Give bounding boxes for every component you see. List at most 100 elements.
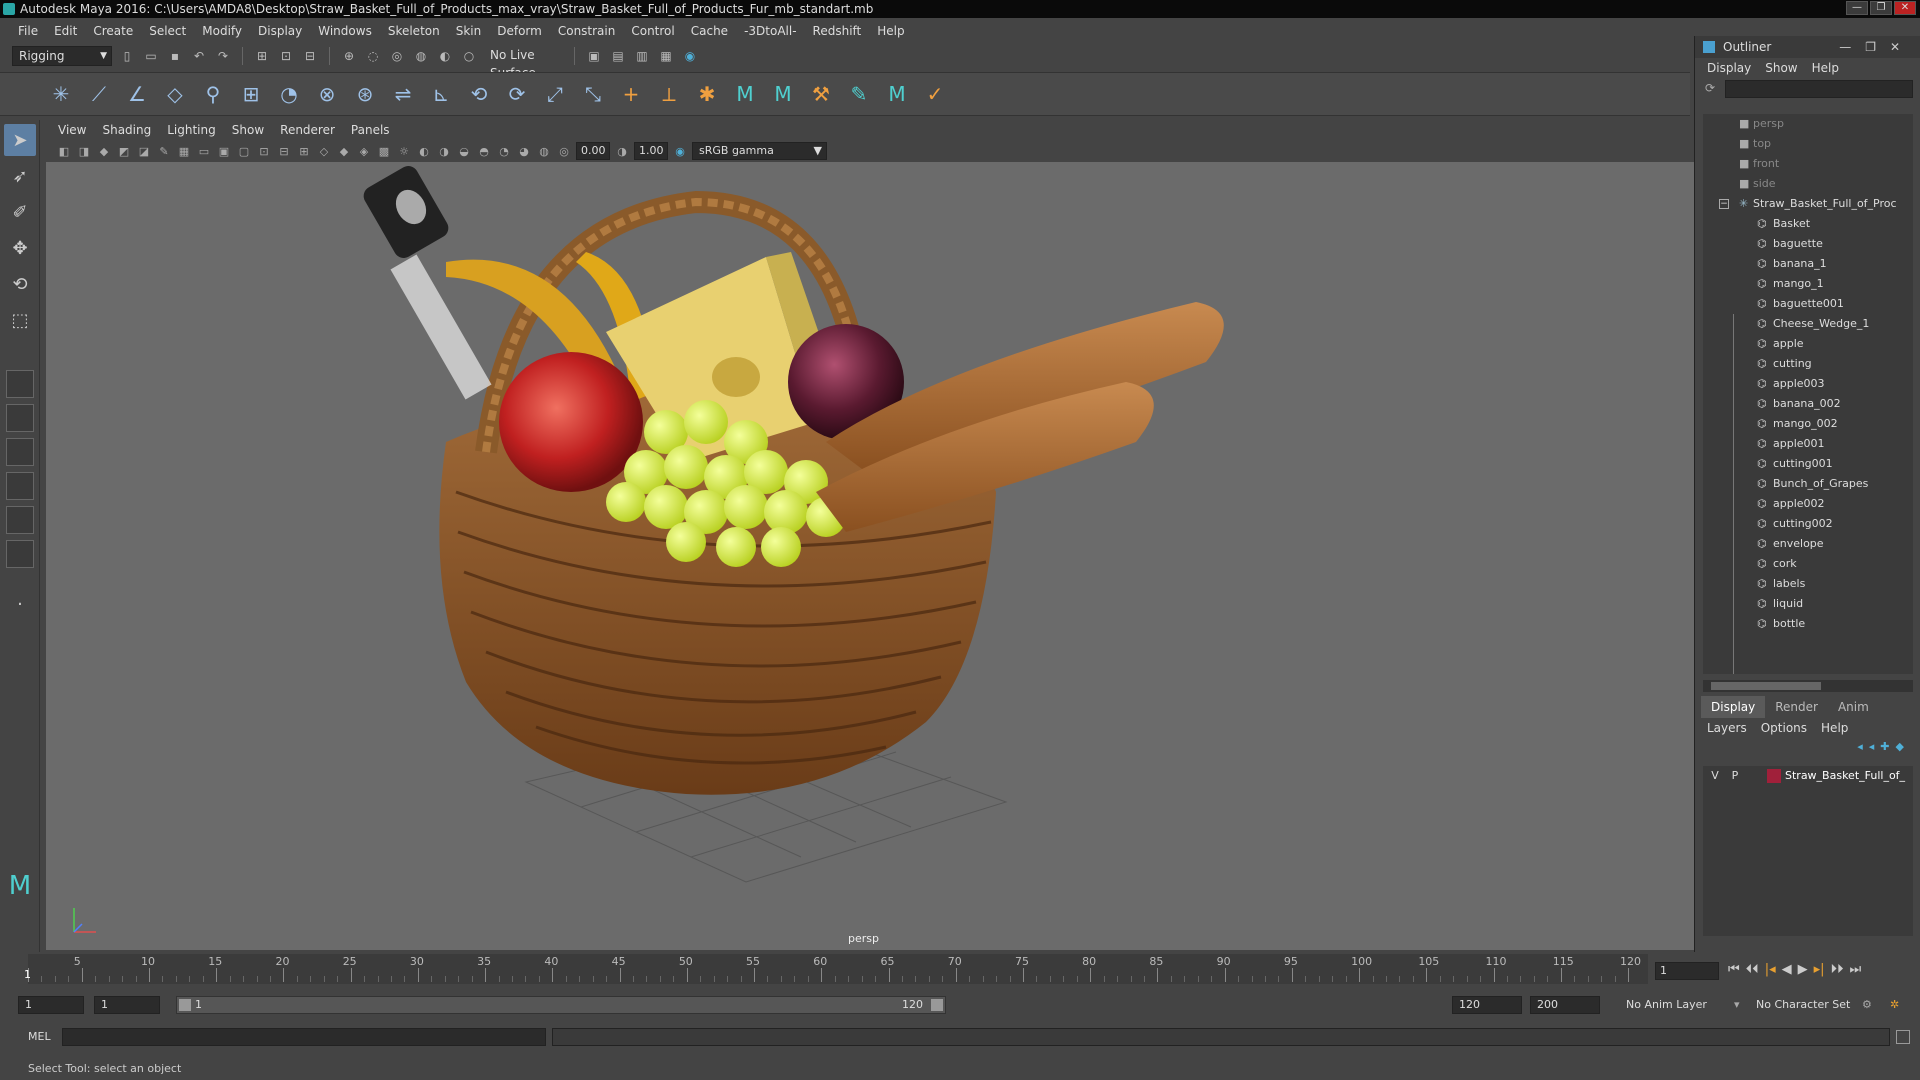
snap-point-icon[interactable]: ◎ bbox=[388, 47, 406, 65]
outliner-item-apple002[interactable]: ⌬ apple002 bbox=[1703, 494, 1913, 514]
save-scene-icon[interactable]: ▪ bbox=[166, 47, 184, 65]
blend-shape-icon[interactable]: ⊗ bbox=[312, 79, 342, 109]
view-transform-dropdown[interactable]: sRGB gamma ▼ bbox=[692, 142, 827, 160]
shadows-icon[interactable]: ◐ bbox=[416, 143, 432, 159]
menu-windows[interactable]: Windows bbox=[310, 24, 380, 38]
menu-skeleton[interactable]: Skeleton bbox=[380, 24, 448, 38]
redo-icon[interactable]: ↷ bbox=[214, 47, 232, 65]
outliner-item-cutting001[interactable]: ⌬ cutting001 bbox=[1703, 454, 1913, 474]
layer-visibility-toggle[interactable]: V bbox=[1707, 766, 1723, 786]
playback-start-field[interactable]: 1 bbox=[94, 996, 160, 1014]
persp-graph-hypergraph-layout-icon[interactable] bbox=[6, 540, 34, 568]
anti-aliasing-icon[interactable]: ◓ bbox=[476, 143, 492, 159]
outliner-item-labels[interactable]: ⌬ labels bbox=[1703, 574, 1913, 594]
ik-spline-icon[interactable]: ∠ bbox=[122, 79, 152, 109]
select-tool-icon[interactable]: ➤ bbox=[4, 124, 36, 156]
outliner-item-cutting[interactable]: ⌬ cutting bbox=[1703, 354, 1913, 374]
menu-file[interactable]: File bbox=[10, 24, 46, 38]
menu-help[interactable]: Help bbox=[869, 24, 912, 38]
range-start-handle[interactable] bbox=[179, 999, 191, 1011]
bookmark-icon[interactable]: ◆ bbox=[96, 143, 112, 159]
step-back-icon[interactable]: ⏴⏴ bbox=[1746, 962, 1759, 977]
menu-skin[interactable]: Skin bbox=[448, 24, 490, 38]
outliner-item-mango-1[interactable]: ⌬ mango_1 bbox=[1703, 274, 1913, 294]
play-backwards-icon[interactable]: ◀ bbox=[1782, 962, 1792, 977]
collapse-icon[interactable]: − bbox=[1719, 199, 1729, 209]
layer-menu-layers[interactable]: Layers bbox=[1707, 718, 1747, 738]
hypershade-layout-icon[interactable] bbox=[6, 506, 34, 534]
exposure-field[interactable]: 0.00 bbox=[576, 142, 610, 160]
skin-cluster-icon[interactable]: ⚒ bbox=[806, 79, 836, 109]
panel-menu-lighting[interactable]: Lighting bbox=[159, 123, 224, 137]
grid-icon[interactable]: ▦ bbox=[176, 143, 192, 159]
snap-view-icon[interactable]: ◍ bbox=[412, 47, 430, 65]
wireframe-on-shaded-icon[interactable]: ◈ bbox=[356, 143, 372, 159]
ambient-occlusion-icon[interactable]: ◑ bbox=[436, 143, 452, 159]
menu-create[interactable]: Create bbox=[85, 24, 141, 38]
anim-layer-dropdown[interactable]: No Anim Layer bbox=[1626, 998, 1707, 1011]
panel-menu-shading[interactable]: Shading bbox=[94, 123, 159, 137]
move-tool-icon[interactable]: ✥ bbox=[4, 232, 36, 264]
outliner-item-cutting002[interactable]: ⌬ cutting002 bbox=[1703, 514, 1913, 534]
orient-constraint-icon[interactable]: ⟲ bbox=[464, 79, 494, 109]
isolate-select-icon[interactable]: ◔ bbox=[496, 143, 512, 159]
range-end-handle[interactable] bbox=[931, 999, 943, 1011]
script-editor-icon[interactable] bbox=[1896, 1030, 1910, 1044]
maya-m3-icon[interactable]: M bbox=[882, 79, 912, 109]
persp-graph-layout-icon[interactable] bbox=[6, 472, 34, 500]
safe-title-icon[interactable]: ⊞ bbox=[296, 143, 312, 159]
toggle-toolbox-icon[interactable]: · bbox=[4, 588, 36, 620]
snap-grid-icon[interactable]: ⊕ bbox=[340, 47, 358, 65]
outliner-item-top[interactable]: ■ top bbox=[1703, 134, 1913, 154]
animation-end-field[interactable]: 200 bbox=[1530, 996, 1600, 1014]
close-button[interactable]: ✕ bbox=[1894, 1, 1916, 15]
outliner-scrollbar[interactable] bbox=[1703, 680, 1913, 692]
mel-label[interactable]: MEL bbox=[28, 1030, 51, 1043]
time-ruler[interactable]: 5 10 15 20 25 30 35 40 45 50 55 60 65 70 75 80 85 90 95 100… bbox=[24, 954, 1648, 984]
color-management-icon[interactable]: ◉ bbox=[672, 143, 688, 159]
outliner-item-side[interactable]: ■ side bbox=[1703, 174, 1913, 194]
maximize-button[interactable]: ❐ bbox=[1870, 1, 1892, 15]
menu-deform[interactable]: Deform bbox=[489, 24, 550, 38]
outliner-item-apple[interactable]: ⌬ apple bbox=[1703, 334, 1913, 354]
panel-menu-view[interactable]: View bbox=[50, 123, 94, 137]
range-slider[interactable]: 1 120 bbox=[176, 996, 946, 1014]
joint-tool-icon[interactable]: ✳ bbox=[46, 79, 76, 109]
outliner-item-apple001[interactable]: ⌬ apple001 bbox=[1703, 434, 1913, 454]
layer-row[interactable]: V P Straw_Basket_Full_of_ bbox=[1703, 766, 1913, 786]
outliner-window-controls[interactable]: —❐✕ bbox=[1839, 36, 1914, 58]
rotate-tool-icon[interactable]: ⟲ bbox=[4, 268, 36, 300]
image-plane-icon[interactable]: ◩ bbox=[116, 143, 132, 159]
outliner-item-baguette001[interactable]: ⌬ baguette001 bbox=[1703, 294, 1913, 314]
locator-icon[interactable]: + bbox=[616, 79, 646, 109]
xray-joints-icon[interactable]: ◍ bbox=[536, 143, 552, 159]
pole-vector-icon[interactable]: ⤡ bbox=[578, 79, 608, 109]
two-d-pan-zoom-icon[interactable]: ◪ bbox=[136, 143, 152, 159]
layer-menu-options[interactable]: Options bbox=[1761, 718, 1807, 738]
outliner-item-envelope[interactable]: ⌬ envelope bbox=[1703, 534, 1913, 554]
render-current-icon[interactable]: ▤ bbox=[609, 47, 627, 65]
check-icon[interactable]: ✓ bbox=[920, 79, 950, 109]
single-perspective-layout-icon[interactable] bbox=[6, 370, 34, 398]
current-frame-field[interactable]: 1 bbox=[1655, 962, 1719, 980]
render-settings-icon[interactable]: ▦ bbox=[657, 47, 675, 65]
outliner-menu-help[interactable]: Help bbox=[1812, 58, 1839, 78]
hik-icon[interactable]: ⟂ bbox=[654, 79, 684, 109]
outliner-item-baguette[interactable]: ⌬ baguette bbox=[1703, 234, 1913, 254]
gate-mask-icon[interactable]: ▢ bbox=[236, 143, 252, 159]
outliner-item-bottle[interactable]: ⌬ bottle bbox=[1703, 614, 1913, 634]
point-constraint-icon[interactable]: ⊾ bbox=[426, 79, 456, 109]
preferences-icon[interactable]: ✲ bbox=[1890, 998, 1899, 1011]
tab-display[interactable]: Display bbox=[1701, 696, 1766, 718]
brush-icon[interactable]: ✎ bbox=[844, 79, 874, 109]
menu-edit[interactable]: Edit bbox=[46, 24, 85, 38]
animation-start-field[interactable]: 1 bbox=[18, 996, 84, 1014]
outliner-item-root-group[interactable]: − ✳ Straw_Basket_Full_of_Proc bbox=[1703, 194, 1913, 214]
panel-menu-panels[interactable]: Panels bbox=[343, 123, 398, 137]
parent-constraint-icon[interactable]: ⇌ bbox=[388, 79, 418, 109]
select-by-hierarchy-icon[interactable]: ⊞ bbox=[253, 47, 271, 65]
outliner-item-cheese-wedge[interactable]: ⌬ Cheese_Wedge_1 bbox=[1703, 314, 1913, 334]
menu-control[interactable]: Control bbox=[623, 24, 682, 38]
paint-select-icon[interactable]: ✐ bbox=[4, 196, 36, 228]
snap-curve-icon[interactable]: ◌ bbox=[364, 47, 382, 65]
